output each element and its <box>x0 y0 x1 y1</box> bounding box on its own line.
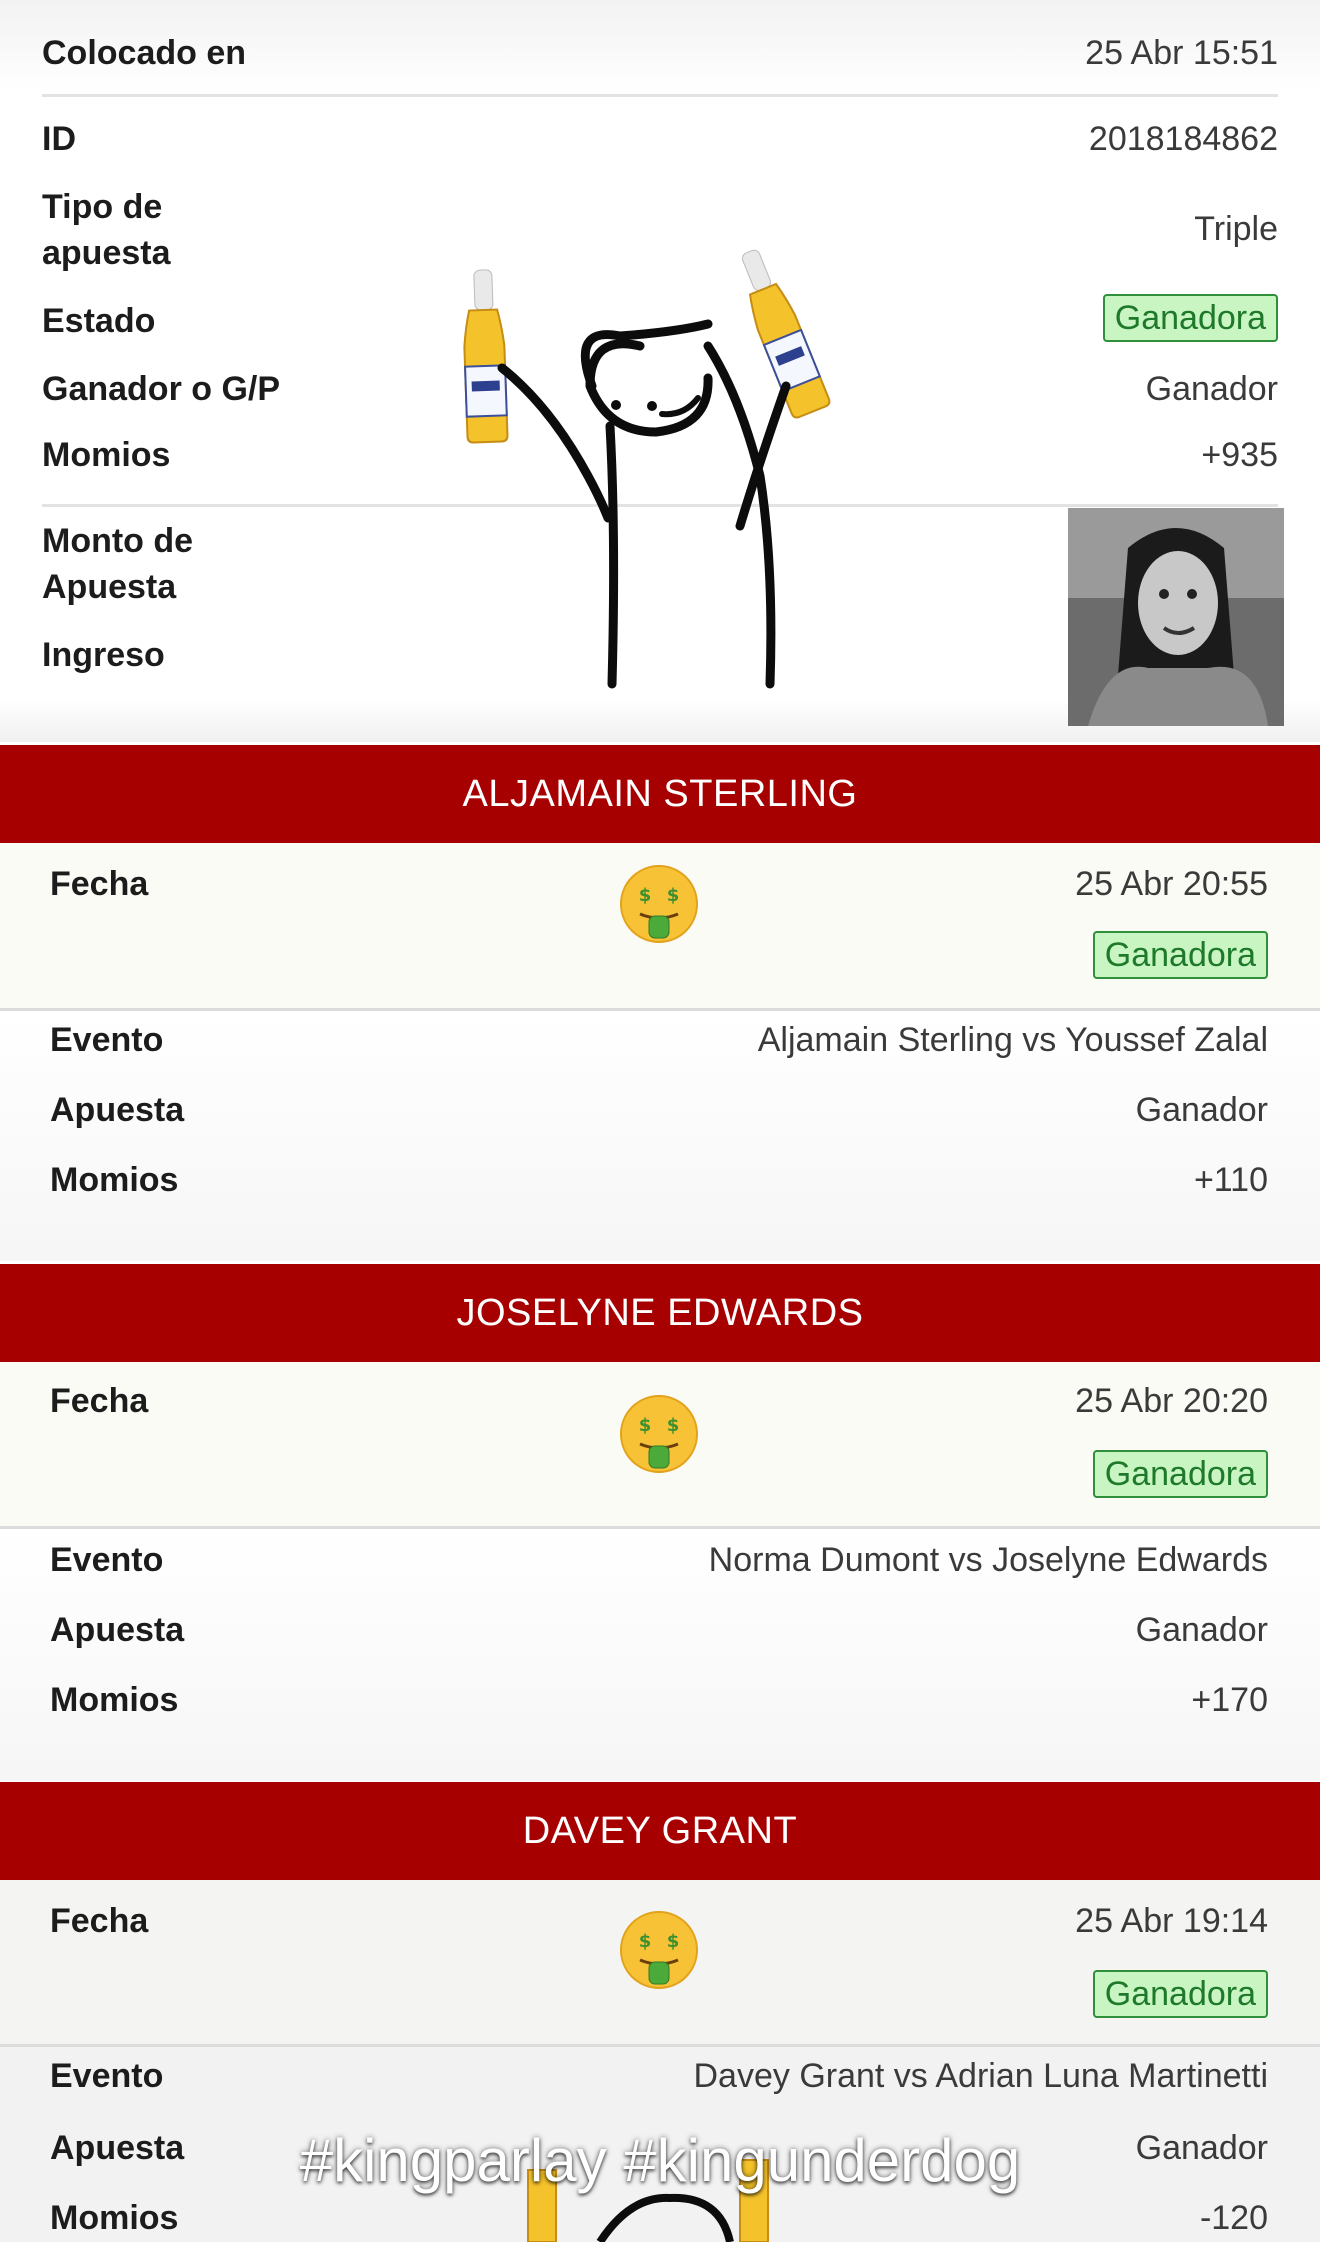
bet-value: Ganador <box>1135 1091 1268 1129</box>
amount-label-line1: Monto de <box>42 522 194 560</box>
amount-label-line2: Apuesta <box>42 568 177 606</box>
fighter-banner: ALJAMAIN STERLING <box>0 745 1320 843</box>
id-row: ID 2018184862 <box>0 116 1320 176</box>
date-label: Fecha <box>50 1382 149 1420</box>
money-mouth-face-emoji: $ $ <box>620 1395 698 1473</box>
date-value: 25 Abr 19:14 <box>1075 1902 1268 1940</box>
id-label: ID <box>42 120 76 158</box>
odds-label: Momios <box>50 2199 179 2237</box>
fighter-banner: DAVEY GRANT <box>0 1782 1320 1880</box>
hashtags-overlay: #kingparlay #kingunderdog <box>299 2127 1021 2194</box>
date-value: 25 Abr 20:20 <box>1075 1382 1268 1420</box>
event-value: Davey Grant vs Adrian Luna Martinetti <box>693 2057 1269 2095</box>
svg-text:$: $ <box>639 885 652 906</box>
date-label: Fecha <box>50 1902 149 1940</box>
leg-status: Ganadora <box>1092 931 1268 979</box>
income-label: Ingreso <box>42 636 165 674</box>
placed-value: 25 Abr 15:51 <box>1085 34 1278 72</box>
event-label: Evento <box>50 2057 164 2095</box>
bet-summary-card: Colocado en 25 Abr 15:51 ID 2018184862 T… <box>0 0 1320 742</box>
bet-type-label-line2: apuesta <box>42 234 171 272</box>
status-badge: Ganadora <box>1092 1450 1268 1498</box>
status-badge: Ganadora <box>1092 931 1268 979</box>
money-mouth-face-emoji: $ $ <box>620 1911 698 1989</box>
fighter-banner: JOSELYNE EDWARDS <box>0 1264 1320 1362</box>
person-photo-sticker <box>1068 508 1284 726</box>
leg-details-section: Evento Aljamain Sterling vs Youssef Zala… <box>0 1011 1320 1261</box>
money-mouth-face-emoji: $ $ <box>620 865 698 943</box>
svg-text:$: $ <box>667 1931 680 1952</box>
odds-label: Momios <box>50 1681 179 1719</box>
odds-value: +110 <box>1193 1161 1268 1199</box>
odds-value: -120 <box>1199 2199 1268 2237</box>
date-value: 25 Abr 20:55 <box>1075 865 1268 903</box>
svg-text:$: $ <box>667 1415 680 1436</box>
svg-text:$: $ <box>667 885 680 906</box>
event-value: Norma Dumont vs Joselyne Edwards <box>708 1541 1268 1579</box>
leg-status: Ganadora <box>1092 1450 1268 1498</box>
svg-text:$: $ <box>639 1931 652 1952</box>
status-badge: Ganadora <box>1102 294 1278 342</box>
divider <box>42 94 1278 97</box>
odds-label: Momios <box>42 436 171 474</box>
date-label: Fecha <box>50 865 149 903</box>
status-badge: Ganadora <box>1092 1970 1268 2018</box>
bet-label: Apuesta <box>50 1611 185 1649</box>
event-value: Aljamain Sterling vs Youssef Zalal <box>757 1021 1268 1059</box>
event-label: Evento <box>50 1021 164 1059</box>
winner-label: Ganador o G/P <box>42 370 281 408</box>
placed-row: Colocado en 25 Abr 15:51 <box>0 30 1320 90</box>
leg-details-section: Evento Norma Dumont vs Joselyne Edwards … <box>0 1529 1320 1781</box>
id-value: 2018184862 <box>1088 120 1278 158</box>
leg-status: Ganadora <box>1092 1970 1268 2018</box>
state-label: Estado <box>42 302 156 340</box>
odds-value: +170 <box>1191 1681 1268 1719</box>
odds-label: Momios <box>50 1161 179 1199</box>
bet-type-value: Triple <box>1194 210 1278 248</box>
bet-type-label-line1: Tipo de <box>42 188 163 226</box>
event-label: Evento <box>50 1541 164 1579</box>
bet-label: Apuesta <box>50 1091 185 1129</box>
svg-text:$: $ <box>639 1415 652 1436</box>
bet-value: Ganador <box>1135 1611 1268 1649</box>
winner-value: Ganador <box>1145 370 1278 408</box>
placed-label: Colocado en <box>42 34 247 72</box>
odds-value: +935 <box>1201 436 1278 474</box>
state-value: Ganadora <box>1102 294 1278 342</box>
stick-figure-with-beer-bottles-sticker <box>463 249 831 689</box>
